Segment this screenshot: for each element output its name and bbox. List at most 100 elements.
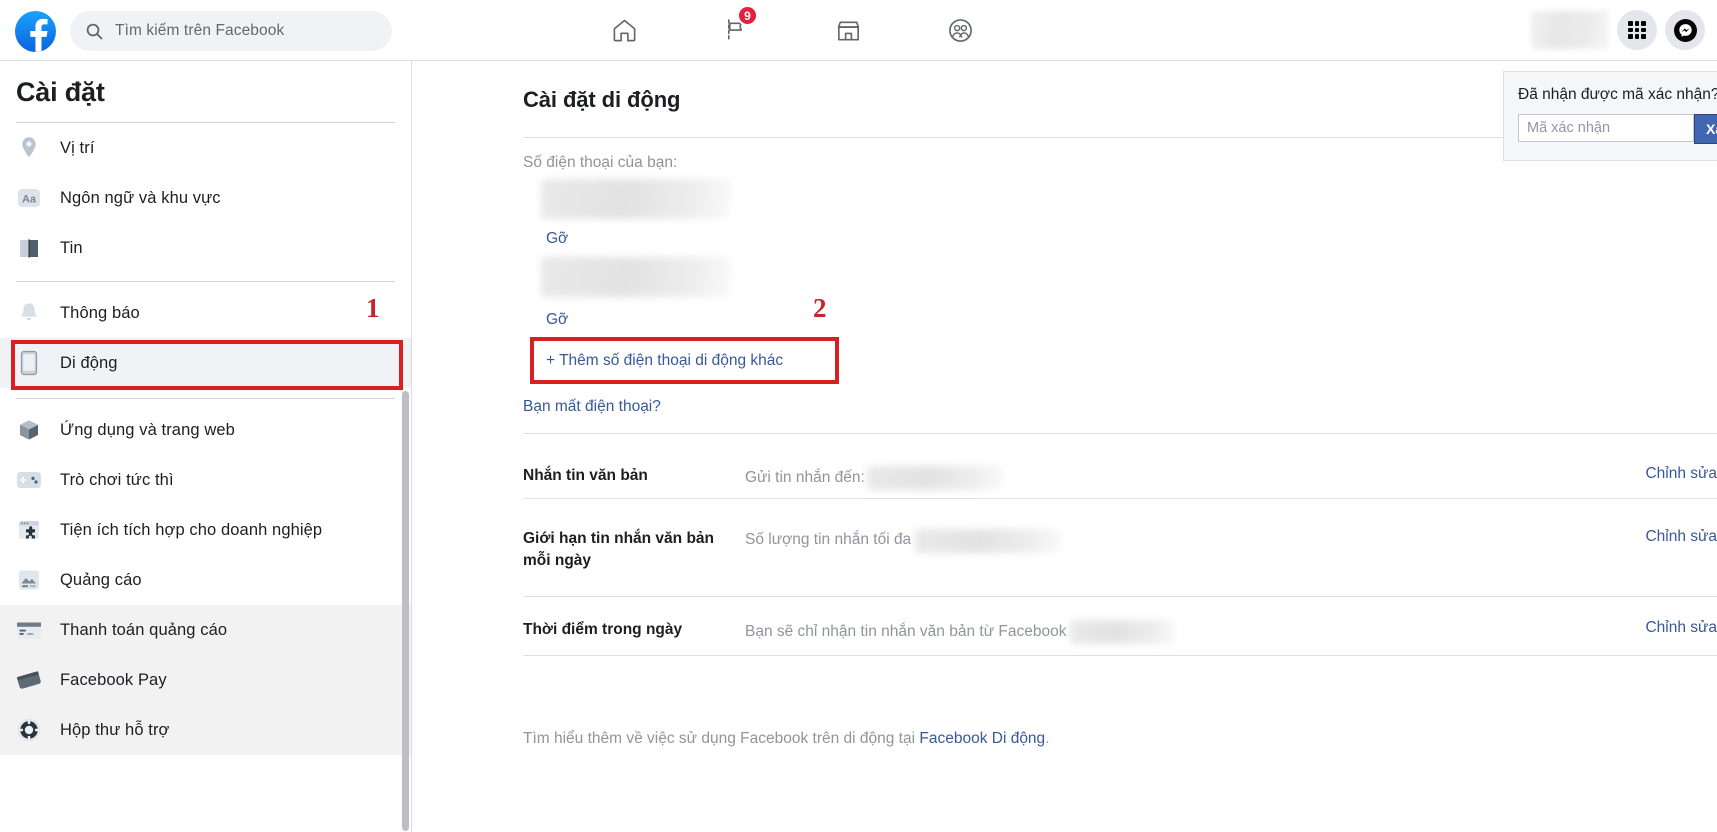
sidebar-item-quang-cao[interactable]: Quảng cáo <box>0 555 411 605</box>
row-label: Thời điểm trong ngày <box>523 621 683 638</box>
sidebar-item-tin[interactable]: Tin <box>0 223 411 273</box>
primary-nav: 9 <box>568 0 1128 60</box>
nav-pages-button[interactable]: 9 <box>680 0 792 60</box>
row-value-prefix: Bạn sẽ chỉ nhận tin nhắn văn bản từ Face… <box>745 622 1067 640</box>
add-phone-link[interactable]: + Thêm số điện thoại di động khác <box>546 352 783 370</box>
footer-text-after: . <box>1045 730 1050 747</box>
header-right-actions <box>1531 0 1705 60</box>
table-row: Nhắn tin văn bản Gửi tin nhắn đến: Chỉnh… <box>523 465 1717 490</box>
divider-row-2 <box>523 596 1717 597</box>
page-title: Cài đặt <box>16 77 105 107</box>
table-row: Giới hạn tin nhắn văn bản mỗi ngày Số lư… <box>523 528 1717 573</box>
row-value-redacted <box>1070 620 1176 644</box>
groups-icon <box>948 18 972 42</box>
sidebar-item-label: Ứng dụng và trang web <box>60 420 235 439</box>
sidebar-item-thanh-toan[interactable]: Thanh toán quảng cáo <box>0 605 411 655</box>
divider-rows-top <box>523 433 1717 434</box>
grid-menu-icon <box>1628 21 1646 39</box>
row-value: Gửi tin nhắn đến: <box>745 465 1645 490</box>
cube-icon <box>16 417 42 443</box>
sidebar-item-label: Thanh toán quảng cáo <box>60 620 228 639</box>
annotation-number-1: 1 <box>366 293 380 323</box>
confirmation-code-row: Xác nhận <box>1518 114 1717 144</box>
sidebar-item-ngon-ngu[interactable]: Aa Ngôn ngữ và khu vực <box>0 173 411 223</box>
table-row: Thời điểm trong ngày Bạn sẽ chỉ nhận tin… <box>523 619 1717 644</box>
sidebar-item-thong-bao[interactable]: Thông báo <box>0 288 411 338</box>
sidebar-item-label: Hộp thư hỗ trợ <box>60 720 170 739</box>
stories-book-icon <box>16 235 42 261</box>
remove-phone-link-1[interactable]: Gỡ <box>546 230 568 248</box>
top-navigation-bar: Tìm kiếm trên Facebook 9 <box>0 0 1717 61</box>
sidebar-item-vi-tri[interactable]: Vị trí <box>0 123 411 173</box>
sidebar-item-ho-tro[interactable]: Hộp thư hỗ trợ <box>0 705 411 755</box>
nav-groups-button[interactable] <box>904 0 1016 60</box>
sidebar-item-label: Facebook Pay <box>60 670 167 689</box>
phone-number-redacted-1 <box>541 179 731 219</box>
messenger-icon <box>1673 18 1697 42</box>
sidebar-item-label: Thông báo <box>60 303 140 322</box>
avatar[interactable] <box>1531 11 1609 49</box>
business-integration-icon <box>16 517 42 543</box>
row-value-redacted <box>866 466 1003 490</box>
phone-number-redacted-2 <box>541 257 731 297</box>
confirmation-code-title: Đã nhận được mã xác nhận? <box>1518 86 1717 103</box>
sidebar-item-label: Trò chơi tức thì <box>60 470 174 489</box>
main-heading: Cài đặt di động <box>523 87 681 112</box>
shop-icon <box>837 20 859 40</box>
search-placeholder-text: Tìm kiếm trên Facebook <box>115 22 285 39</box>
sidebar-item-di-dong[interactable]: Di động <box>0 338 411 388</box>
row-value-redacted <box>915 529 1062 553</box>
sidebar-item-tro-choi[interactable]: Trò chơi tức thì <box>0 455 411 505</box>
divider-row-1 <box>523 498 1717 499</box>
facebook-logo-icon[interactable] <box>15 11 56 52</box>
ads-image-icon <box>16 567 42 593</box>
lost-phone-link[interactable]: Bạn mất điện thoại? <box>523 398 661 416</box>
row-label: Nhắn tin văn bản <box>523 467 648 484</box>
annotation-number-2: 2 <box>813 293 827 323</box>
phone-section-label: Số điện thoại của bạn: <box>523 154 678 171</box>
remove-phone-link-2[interactable]: Gỡ <box>546 311 568 329</box>
support-lifebuoy-icon <box>16 717 42 743</box>
row-label: Giới hạn tin nhắn văn bản mỗi ngày <box>523 530 715 570</box>
row-value: Bạn sẽ chỉ nhận tin nhắn văn bản từ Face… <box>745 619 1645 644</box>
divider-row-3 <box>523 655 1717 656</box>
row-edit-link[interactable]: Chỉnh sửa <box>1645 465 1717 483</box>
sidebar-item-label: Di động <box>60 353 118 372</box>
sidebar-divider-1 <box>16 281 395 282</box>
row-value: Số lượng tin nhắn tối đa <box>745 528 1645 553</box>
sidebar-scrollbar[interactable] <box>402 391 409 831</box>
nav-home-button[interactable] <box>568 0 680 60</box>
credit-card-icon <box>16 617 42 643</box>
sidebar-scrollbar-thumb[interactable] <box>402 391 409 831</box>
row-edit-link[interactable]: Chỉnh sửa <box>1645 619 1717 637</box>
fb-pay-card-icon <box>16 667 42 693</box>
footer-note: Tìm hiểu thêm về việc sử dụng Facebook t… <box>523 730 1050 748</box>
confirm-button[interactable]: Xác nhận <box>1694 114 1717 144</box>
home-icon <box>613 19 635 41</box>
sidebar-item-tien-ich[interactable]: Tiện ích tích hợp cho doanh nghiệp <box>0 505 411 555</box>
language-aa-icon: Aa <box>16 185 42 211</box>
sidebar-item-facebook-pay[interactable]: Facebook Pay <box>0 655 411 705</box>
messenger-button[interactable] <box>1665 10 1705 50</box>
main-content: Cài đặt di động Số điện thoại của bạn: G… <box>413 61 1717 832</box>
footer-text-before: Tìm hiểu thêm về việc sử dụng Facebook t… <box>523 730 920 747</box>
search-input[interactable]: Tìm kiếm trên Facebook <box>70 11 392 51</box>
row-edit-link[interactable]: Chỉnh sửa <box>1645 528 1717 546</box>
facebook-mobile-link[interactable]: Facebook Di động <box>919 730 1045 747</box>
confirmation-code-input[interactable] <box>1518 114 1694 142</box>
sidebar-divider-2 <box>16 398 395 399</box>
mobile-phone-icon <box>16 350 42 376</box>
instant-games-icon <box>16 467 42 493</box>
bell-icon <box>16 300 42 326</box>
sidebar-item-label: Ngôn ngữ và khu vực <box>60 188 221 207</box>
menu-button[interactable] <box>1617 10 1657 50</box>
nav-marketplace-button[interactable] <box>792 0 904 60</box>
sidebar-item-label: Quảng cáo <box>60 570 142 589</box>
sidebar-item-label: Tin <box>60 238 83 257</box>
pages-notification-badge: 9 <box>737 5 758 26</box>
sidebar-item-label: Tiện ích tích hợp cho doanh nghiệp <box>60 520 323 539</box>
row-value-prefix: Số lượng tin nhắn tối đa <box>745 531 912 548</box>
sidebar-item-ung-dung[interactable]: Ứng dụng và trang web <box>0 405 411 455</box>
svg-text:Aa: Aa <box>22 193 37 205</box>
sidebar-item-label: Vị trí <box>60 138 95 157</box>
